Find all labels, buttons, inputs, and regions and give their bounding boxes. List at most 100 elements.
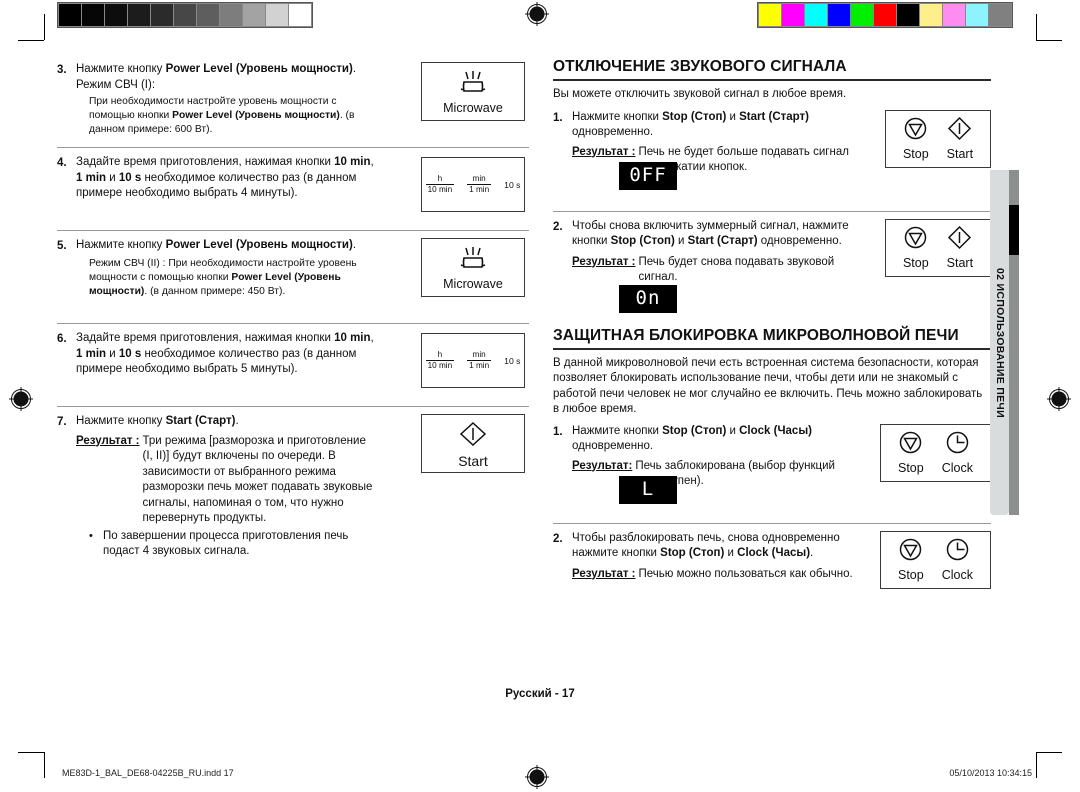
- step-number: 1.: [553, 111, 563, 124]
- key-label: Start: [946, 147, 974, 161]
- step-number: 5.: [57, 240, 67, 252]
- side-rail-marker: [1009, 205, 1019, 255]
- key-stop[interactable]: Stop: [898, 430, 924, 475]
- key-start[interactable]: Start: [421, 414, 525, 473]
- key-clock[interactable]: Clock: [942, 430, 973, 475]
- right-column: ОТКЛЮЧЕНИЕ ЗВУКОВОГО СИГНАЛА Вы можете о…: [553, 58, 991, 611]
- key-start[interactable]: Start: [947, 116, 973, 161]
- step-number: 1.: [553, 425, 563, 438]
- key-label: Start: [458, 452, 488, 469]
- grayscale-swatch: [266, 4, 288, 26]
- color-swatch: [989, 4, 1011, 26]
- result-text: Три режима [разморозка и приготовление (…: [142, 434, 373, 525]
- section-intro: Вы можете отключить звуковой сигнал в лю…: [553, 88, 847, 100]
- key-clock[interactable]: Clock: [942, 537, 973, 582]
- color-swatch: [851, 4, 873, 26]
- registration-target-icon: [1046, 386, 1072, 412]
- step-text: Нажмите кнопки Stop (Стоп) и Clock (Часы…: [572, 424, 812, 453]
- result-label: Результат :: [76, 434, 140, 447]
- key-time-setting[interactable]: h 10 min min 1 min 10 s: [421, 333, 525, 388]
- key-stop[interactable]: Stop: [903, 116, 929, 161]
- key-label: Stop: [902, 147, 929, 161]
- key-10s[interactable]: 10 s: [504, 180, 520, 190]
- key-10s[interactable]: 10 s: [504, 356, 520, 366]
- print-timestamp: 05/10/2013 10:34:15: [949, 768, 1032, 778]
- grayscale-swatch: [243, 4, 265, 26]
- step-7: 7. Нажмите кнопку Start (Старт). Результ…: [57, 414, 529, 560]
- key-microwave[interactable]: Microwave: [421, 62, 525, 121]
- grayscale-swatch: [289, 4, 311, 26]
- manual-page: 3. Нажмите кнопку Power Level (Уровень м…: [0, 0, 1080, 792]
- color-swatch: [897, 4, 919, 26]
- step-number: 7.: [57, 416, 67, 428]
- key-10min-bottom: 10 min: [425, 184, 455, 194]
- grayscale-swatch: [105, 4, 127, 26]
- microwave-icon: [456, 69, 490, 100]
- key-stop[interactable]: Stop: [903, 225, 929, 270]
- key-10min-bottom: 10 min: [425, 360, 455, 370]
- bullet-icon: •: [89, 529, 93, 542]
- grayscale-swatch: [82, 4, 104, 26]
- crop-mark-br-h: [1036, 752, 1062, 753]
- color-swatch: [782, 4, 804, 26]
- key-label: Clock: [941, 568, 973, 582]
- key-microwave[interactable]: Microwave: [421, 238, 525, 297]
- start-icon: [947, 116, 972, 146]
- key-1min[interactable]: min 1 min: [467, 350, 492, 371]
- left-column: 3. Нажмите кнопку Power Level (Уровень м…: [57, 62, 529, 560]
- key-label: Stop: [902, 256, 929, 270]
- grayscale-swatch: [197, 4, 219, 26]
- key-label: Start: [946, 256, 974, 270]
- grayscale-swatch: [59, 4, 81, 26]
- key-stop-start[interactable]: Stop Start: [885, 218, 991, 277]
- key-stop-clock[interactable]: Stop Clock: [880, 423, 991, 482]
- key-stop[interactable]: Stop: [898, 537, 924, 582]
- registration-target-icon: [524, 764, 550, 790]
- color-swatch: [828, 4, 850, 26]
- key-10min-top: h: [437, 350, 443, 359]
- stop-icon: [898, 537, 923, 567]
- key-10min[interactable]: h 10 min: [425, 174, 455, 195]
- step-number: 3.: [57, 64, 67, 76]
- color-swatch: [805, 4, 827, 26]
- divider: [57, 230, 529, 231]
- grayscale-swatch: [151, 4, 173, 26]
- sound-step-2: 2. Чтобы снова включить зуммерный сигнал…: [553, 218, 991, 323]
- chapter-tab-label: 02 ИСПОЛЬЗОВАНИЕ ПЕЧИ: [993, 267, 1006, 418]
- divider: [57, 406, 529, 407]
- key-stop-start[interactable]: Stop Start: [885, 109, 991, 168]
- color-swatch: [759, 4, 781, 26]
- step-text: Задайте время приготовления, нажимая кно…: [76, 156, 374, 199]
- step-text: Чтобы разблокировать печь, снова одновре…: [572, 531, 840, 560]
- grayscale-calibration-bar: [57, 2, 313, 28]
- stop-icon: [898, 430, 923, 460]
- key-stop-clock[interactable]: Stop Clock: [880, 530, 991, 589]
- key-10min[interactable]: h 10 min: [425, 350, 455, 371]
- led-display: 0FF: [619, 161, 677, 190]
- page-number-label: Русский - 17: [505, 688, 575, 700]
- color-swatch: [943, 4, 965, 26]
- section-heading-child-lock: ЗАЩИТНАЯ БЛОКИРОВКА МИКРОВОЛНОВОЙ ПЕЧИ: [553, 327, 991, 350]
- color-swatch: [920, 4, 942, 26]
- result-text: Печью можно пользоваться как обычно.: [638, 567, 853, 580]
- key-label: Stop: [898, 568, 924, 582]
- key-1min[interactable]: min 1 min: [467, 174, 492, 195]
- grayscale-swatch: [174, 4, 196, 26]
- step-text: Чтобы снова включить зуммерный сигнал, н…: [572, 219, 849, 248]
- start-icon: [458, 420, 488, 453]
- step-number: 2.: [553, 532, 563, 545]
- registration-target-icon: [8, 386, 34, 412]
- key-time-setting[interactable]: h 10 min min 1 min 10 s: [421, 157, 525, 212]
- registration-target-icon: [524, 1, 550, 27]
- key-label: Stop: [898, 461, 924, 475]
- stop-icon: [903, 116, 928, 146]
- key-start[interactable]: Start: [947, 225, 973, 270]
- page-content: 3. Нажмите кнопку Power Level (Уровень м…: [57, 44, 1023, 744]
- step-3: 3. Нажмите кнопку Power Level (Уровень м…: [57, 62, 529, 140]
- step-6: 6. Задайте время приготовления, нажимая …: [57, 331, 529, 399]
- chapter-tab: 02 ИСПОЛЬЗОВАНИЕ ПЕЧИ: [990, 170, 1009, 515]
- result-label: Результат :: [572, 567, 636, 580]
- key-10min-top: h: [437, 174, 443, 183]
- led-display: L: [619, 475, 677, 504]
- divider: [57, 323, 529, 324]
